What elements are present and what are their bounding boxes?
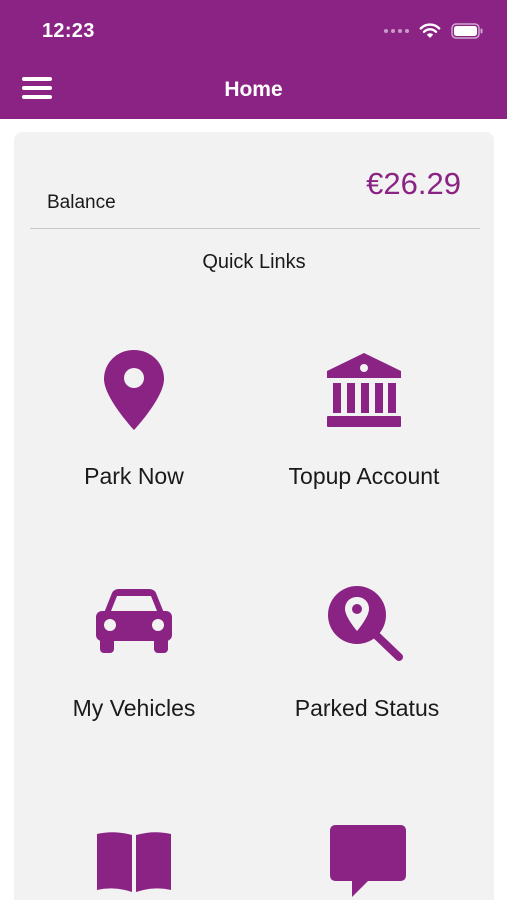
quick-link-label: Park Now <box>84 463 184 489</box>
balance-value: €26.29 <box>366 166 461 201</box>
dashboard-card: Balance €26.29 Quick Links Park Now Topu… <box>14 132 494 900</box>
top-bar: 12:23 Home <box>0 0 507 119</box>
divider <box>30 228 480 229</box>
quick-link-label: Topup Account <box>288 463 440 489</box>
quick-link-chat[interactable] <box>248 817 488 900</box>
battery-icon <box>451 22 483 39</box>
wifi-icon <box>419 22 441 39</box>
status-time: 12:23 <box>42 20 95 42</box>
quick-links-title: Quick Links <box>202 251 306 273</box>
map-pin-icon <box>14 345 254 435</box>
quick-link-my-vehicles[interactable]: My Vehicles <box>14 577 254 722</box>
quick-link-parked-status[interactable]: Parked Status <box>247 577 487 722</box>
location-search-icon <box>247 577 487 667</box>
quick-link-label: My Vehicles <box>72 695 196 721</box>
quick-link-book[interactable] <box>14 817 254 900</box>
signal-icon <box>384 28 409 33</box>
quick-link-label: Parked Status <box>294 695 440 721</box>
status-icons <box>384 22 483 39</box>
balance-label: Balance <box>47 192 116 213</box>
page-title: Home <box>224 78 283 101</box>
quick-link-topup-account[interactable]: Topup Account <box>244 345 484 490</box>
car-icon <box>14 577 254 667</box>
chat-bubble-icon <box>248 817 488 900</box>
quick-link-park-now[interactable]: Park Now <box>14 345 254 490</box>
bank-icon <box>244 345 484 435</box>
book-icon <box>14 817 254 900</box>
app-screen: 12:23 Home Balance €26.29 Quick Links Pa… <box>0 0 507 900</box>
